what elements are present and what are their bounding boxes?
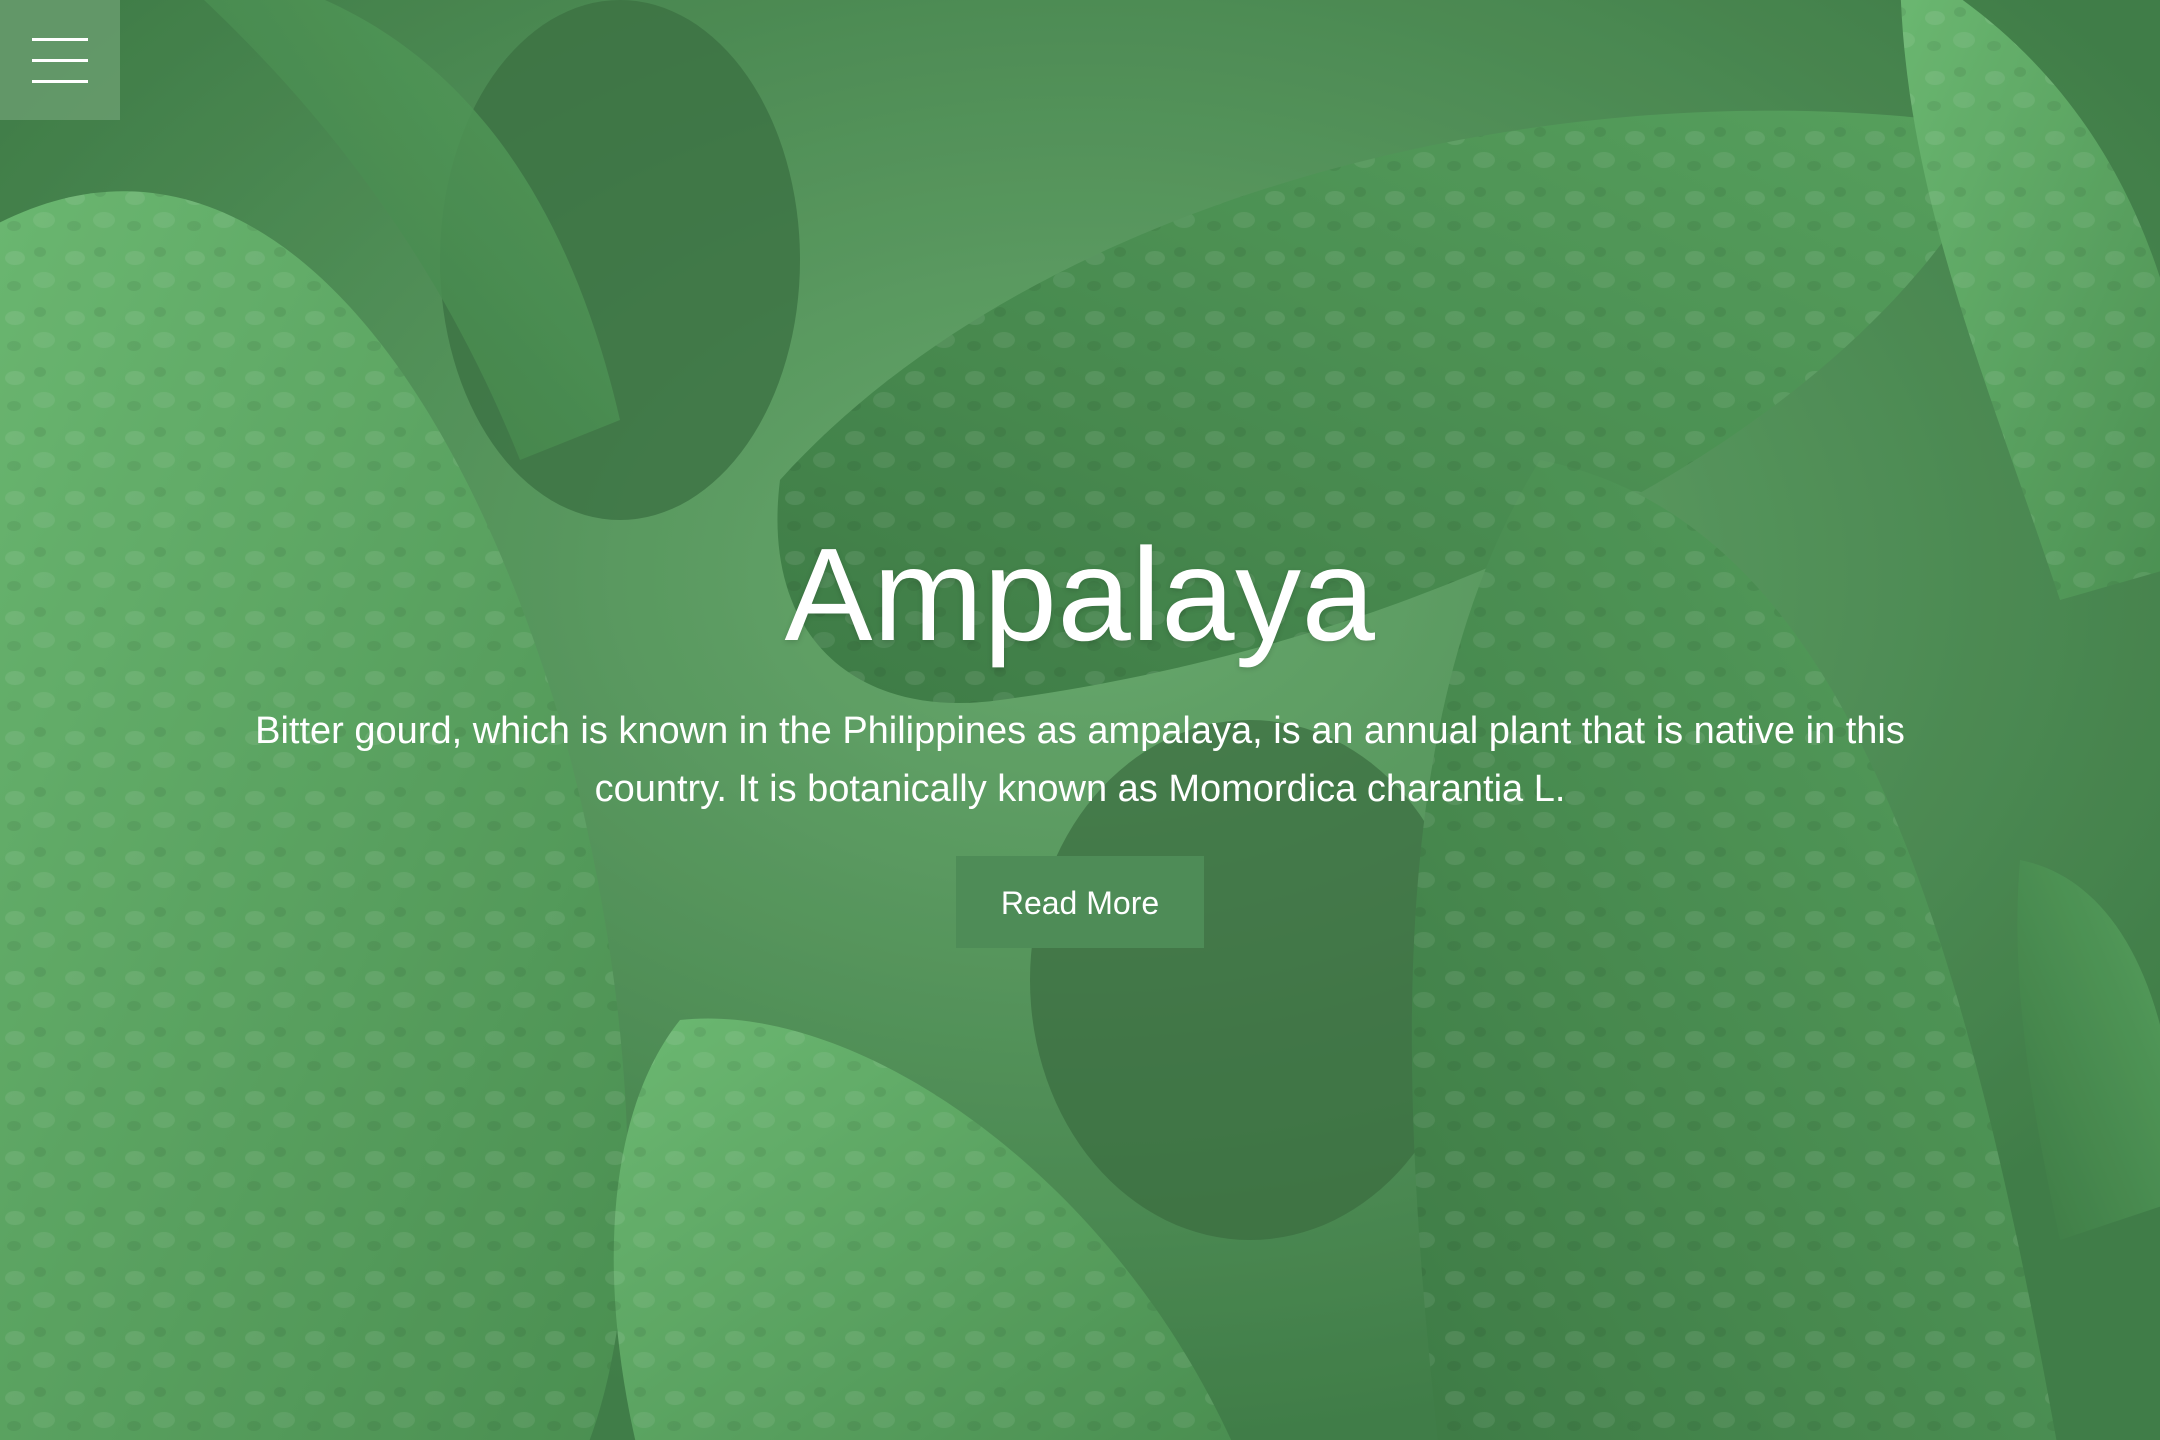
hamburger-menu-icon-bar <box>32 59 88 62</box>
hero-description: Bitter gourd, which is known in the Phil… <box>255 710 1905 810</box>
hamburger-menu-button[interactable] <box>0 0 120 120</box>
hamburger-menu-icon <box>32 38 88 41</box>
hero-content: Ampalaya Bitter gourd, which is known in… <box>180 520 1980 948</box>
hero-title: Ampalaya <box>784 521 1376 668</box>
read-more-button[interactable]: Read More <box>956 856 1204 948</box>
hamburger-menu-icon-bar <box>32 80 88 83</box>
hero-section: Ampalaya Bitter gourd, which is known in… <box>0 0 2160 1440</box>
